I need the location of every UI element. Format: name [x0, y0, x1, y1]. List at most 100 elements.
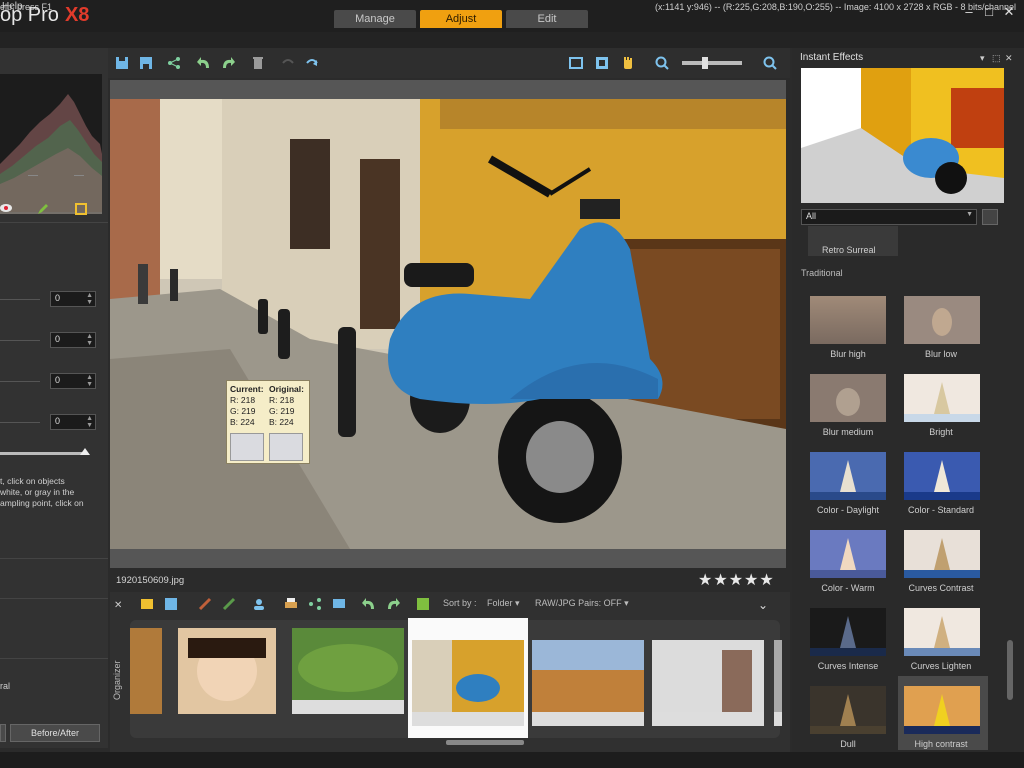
- spinner-value: 0: [55, 416, 61, 426]
- left-panel-label: ral: [0, 681, 11, 691]
- org-rotate-right-icon[interactable]: [386, 597, 400, 611]
- spinner-arrows-icon[interactable]: ▲ ▼: [86, 292, 93, 306]
- section-traditional: Traditional: [801, 268, 843, 278]
- value-spinner[interactable]: 0 ▲ ▼: [50, 414, 96, 430]
- effect-curves-intense[interactable]: [810, 608, 886, 659]
- tab-edit[interactable]: Edit: [506, 10, 588, 28]
- effect-curves-lighten[interactable]: [904, 608, 980, 659]
- star-rating[interactable]: ★★★★★: [698, 570, 775, 590]
- value-spinner[interactable]: 0 ▲ ▼: [50, 332, 96, 348]
- organizer-scrollbar[interactable]: [446, 740, 524, 745]
- value-spinner[interactable]: 0 ▲ ▼: [50, 373, 96, 389]
- thumbnail[interactable]: [652, 640, 764, 726]
- effect-dull[interactable]: [810, 686, 886, 737]
- spinner-value: 0: [55, 334, 61, 344]
- panel-dock-icon[interactable]: ⬚: [992, 53, 1001, 64]
- slider-track[interactable]: [0, 340, 40, 341]
- hist-tick: [74, 175, 84, 176]
- people-tag-icon[interactable]: [252, 597, 266, 611]
- effect-color-standard[interactable]: [904, 452, 980, 503]
- thumbnail-selected[interactable]: [412, 640, 524, 726]
- effect-color-daylight[interactable]: [810, 452, 886, 503]
- zoom-out-icon[interactable]: [654, 56, 670, 72]
- image-filename: 1920150609.jpg: [116, 575, 185, 586]
- delete-icon[interactable]: [250, 56, 266, 72]
- effects-scrollbar[interactable]: [1007, 640, 1013, 700]
- effect-blur-low[interactable]: [904, 296, 980, 347]
- slider-track[interactable]: [0, 381, 40, 382]
- effect-label: Curves Intense: [817, 661, 879, 671]
- crop-icon[interactable]: [74, 202, 88, 216]
- batch-icon[interactable]: [416, 597, 430, 611]
- pan-hand-icon[interactable]: [620, 56, 636, 72]
- spinner-arrows-icon[interactable]: ▲ ▼: [86, 415, 93, 429]
- effect-color-warm[interactable]: [810, 530, 886, 581]
- undo-icon[interactable]: [280, 56, 296, 72]
- zoom-slider[interactable]: [682, 61, 742, 65]
- main-photo[interactable]: [110, 99, 786, 549]
- close-organizer-icon[interactable]: ✕: [114, 600, 122, 611]
- effect-high-contrast[interactable]: [904, 686, 980, 737]
- actual-size-icon[interactable]: [594, 56, 610, 72]
- zoom-slider-thumb[interactable]: [702, 57, 708, 69]
- thumbnail[interactable]: [292, 628, 404, 714]
- thumbnail[interactable]: [130, 628, 162, 714]
- effect-blur-medium[interactable]: [810, 374, 886, 425]
- collapse-chevron-icon[interactable]: ⌄: [758, 598, 768, 612]
- panel-close-icon[interactable]: ✕: [1005, 53, 1013, 64]
- fit-window-icon[interactable]: [568, 56, 584, 72]
- share-org-icon[interactable]: [308, 597, 322, 611]
- rotate-left-icon[interactable]: [196, 56, 212, 72]
- effect-preview: [801, 68, 1004, 203]
- eye-icon[interactable]: [0, 202, 14, 214]
- spinner-value: 0: [55, 293, 61, 303]
- browse-folders-icon[interactable]: [140, 597, 154, 611]
- sort-dropdown[interactable]: Folder ▾: [487, 598, 520, 609]
- share-icon[interactable]: [166, 56, 182, 72]
- effect-category-select[interactable]: All ▼: [801, 209, 977, 225]
- print-icon[interactable]: [284, 597, 298, 611]
- histogram: [0, 74, 102, 214]
- raw-jpg-pairs-dropdown[interactable]: RAW/JPG Pairs: OFF ▾: [535, 598, 629, 609]
- current-label: Current:: [230, 384, 264, 394]
- instant-effects-title: Instant Effects: [800, 52, 864, 63]
- color-picker-popup: Current: Original: R: 218 G: 219 B: 224 …: [226, 380, 310, 464]
- effect-bright[interactable]: [904, 374, 980, 425]
- effect-label: Blur medium: [822, 427, 874, 437]
- rotate-right-icon[interactable]: [220, 56, 236, 72]
- divider: [0, 222, 108, 223]
- slider-thumb[interactable]: [80, 448, 90, 455]
- thumbnail[interactable]: [178, 628, 276, 714]
- effect-blur-high[interactable]: [810, 296, 886, 347]
- slideshow-icon[interactable]: [332, 597, 346, 611]
- effect-label: Dull: [840, 739, 856, 749]
- gradient-slider[interactable]: [0, 452, 84, 455]
- view-toggle-button[interactable]: [982, 209, 998, 225]
- slider-track[interactable]: [0, 422, 40, 423]
- chevron-down-icon: ▼: [966, 211, 973, 218]
- effect-curves-contrast[interactable]: [904, 530, 980, 581]
- org-rotate-left-icon[interactable]: [362, 597, 376, 611]
- slider-track[interactable]: [0, 299, 40, 300]
- sort-label: Sort by :: [443, 598, 477, 608]
- tab-adjust[interactable]: Adjust: [420, 10, 502, 28]
- spinner-arrows-icon[interactable]: ▲ ▼: [86, 333, 93, 347]
- value-spinner[interactable]: 0 ▲ ▼: [50, 291, 96, 307]
- redo-icon[interactable]: [304, 56, 320, 72]
- edit-brush-icon[interactable]: [198, 597, 212, 611]
- view-mode-icon[interactable]: [164, 597, 178, 611]
- zoom-in-icon[interactable]: [762, 56, 778, 72]
- spinner-arrows-icon[interactable]: ▲ ▼: [86, 374, 93, 388]
- hint-line: white, or gray in the: [0, 487, 75, 497]
- thumbnail[interactable]: [532, 640, 644, 726]
- panel-pin-icon[interactable]: ▾: [980, 53, 985, 64]
- divider: [0, 598, 108, 599]
- save-icon[interactable]: [114, 56, 130, 72]
- save-as-icon[interactable]: [138, 56, 154, 72]
- reset-button[interactable]: [0, 724, 6, 742]
- retouch-icon[interactable]: [222, 597, 236, 611]
- dropper-icon[interactable]: [36, 202, 50, 216]
- tab-manage[interactable]: Manage: [334, 10, 416, 28]
- thumbnail[interactable]: [774, 640, 782, 726]
- before-after-button[interactable]: Before/After: [10, 724, 100, 742]
